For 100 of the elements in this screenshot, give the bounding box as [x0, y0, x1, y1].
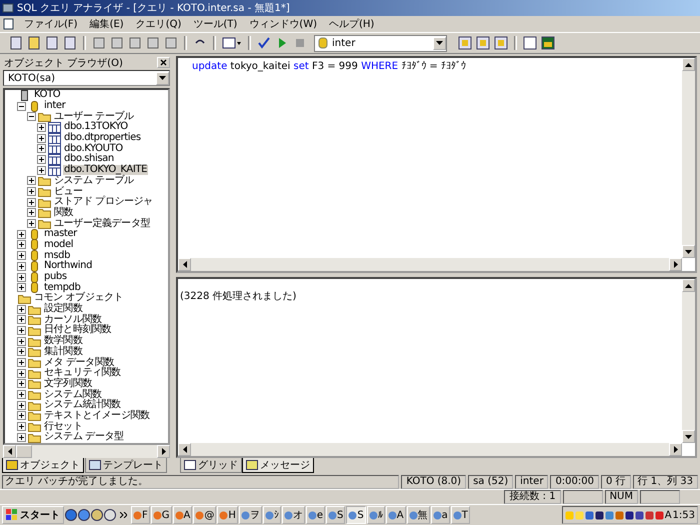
scrollbar-thumb[interactable]: [16, 445, 32, 458]
tree-item[interactable]: 関数: [53, 208, 74, 218]
taskbar-button[interactable]: F: [131, 506, 150, 524]
collapse-icon[interactable]: [17, 102, 26, 111]
tab[interactable]: オブジェクト: [2, 458, 84, 473]
tree-item[interactable]: dbo.KYOUTO: [63, 144, 124, 154]
expand-icon[interactable]: [17, 390, 26, 400]
tree-item[interactable]: tempdb: [43, 282, 82, 293]
taskbar-button[interactable]: S: [326, 506, 346, 524]
horizontal-scrollbar[interactable]: [3, 445, 170, 458]
tree-item[interactable]: 数学関数: [43, 336, 84, 346]
left-arrow-icon[interactable]: [182, 261, 186, 268]
taskbar-button[interactable]: S: [346, 506, 366, 524]
tree-item[interactable]: 集計関数: [43, 346, 84, 357]
vertical-scrollbar[interactable]: [682, 58, 695, 258]
taskbar-button[interactable]: G: [150, 506, 172, 524]
menu-item[interactable]: クエリ(Q): [132, 17, 186, 31]
expand-icon[interactable]: [17, 283, 26, 292]
taskbar-button[interactable]: T: [450, 506, 470, 524]
tree-item[interactable]: システム統計関数: [43, 400, 122, 410]
tab[interactable]: メッセージ: [242, 458, 314, 473]
collapse-icon[interactable]: [27, 112, 36, 122]
down-arrow-icon[interactable]: [685, 250, 692, 254]
left-arrow-icon[interactable]: [182, 446, 186, 453]
taskbar-button[interactable]: ﾙ: [366, 506, 385, 524]
tab[interactable]: グリッド: [180, 458, 242, 473]
expand-icon[interactable]: [17, 326, 26, 335]
tree-item[interactable]: テキストとイメージ関数: [43, 410, 151, 421]
tree-item[interactable]: ユーザー テーブル: [53, 112, 135, 122]
right-arrow-icon[interactable]: [162, 448, 166, 455]
expand-icon[interactable]: [17, 422, 26, 432]
query-editor[interactable]: update tokyo_kaitei set F3 = 999 WHERE ﾁﾖﾀﾞｳ = ﾁﾖﾀﾞｳ: [176, 56, 697, 274]
input-mode-indicator[interactable]: A: [664, 510, 672, 520]
horizontal-scrollbar[interactable]: [178, 443, 682, 456]
expand-icon[interactable]: [17, 400, 26, 410]
start-button[interactable]: スタート: [2, 506, 64, 524]
taskbar-button[interactable]: A: [172, 506, 192, 524]
tree-item[interactable]: dbo.TOKYO_KAITE: [63, 165, 148, 176]
up-arrow-icon[interactable]: [685, 62, 692, 66]
menu-item[interactable]: 編集(E): [86, 17, 128, 31]
left-arrow-icon[interactable]: [8, 448, 12, 455]
grid-icon[interactable]: [221, 35, 243, 51]
expand-icon[interactable]: [27, 219, 36, 228]
expand-icon[interactable]: [17, 336, 26, 346]
taskbar-button[interactable]: ヲ: [238, 506, 262, 524]
tree-item[interactable]: システム データ型: [43, 432, 125, 442]
taskbar-button[interactable]: a: [430, 506, 450, 524]
close-button[interactable]: [157, 57, 170, 68]
expand-icon[interactable]: [27, 187, 36, 196]
expand-icon[interactable]: [17, 262, 26, 271]
tree-item[interactable]: model: [43, 240, 74, 250]
expand-icon[interactable]: [27, 208, 36, 218]
menu-item[interactable]: ウィンドウ(W): [245, 17, 321, 31]
expand-icon[interactable]: [17, 368, 26, 378]
tree-item[interactable]: KOTO: [33, 90, 62, 100]
tree-item[interactable]: master: [43, 229, 78, 240]
tree-item[interactable]: セキュリティ関数: [43, 368, 122, 378]
tree-item[interactable]: 行セット: [43, 422, 84, 432]
expand-icon[interactable]: [17, 432, 26, 442]
taskbar-button[interactable]: A: [386, 506, 406, 524]
tree-item[interactable]: 日付と時刻関数: [43, 325, 112, 336]
expand-icon[interactable]: [17, 379, 26, 388]
expand-icon[interactable]: [17, 251, 26, 260]
expand-icon[interactable]: [17, 347, 26, 356]
expand-icon[interactable]: [17, 358, 26, 368]
expand-icon[interactable]: [27, 198, 36, 207]
taskbar-button[interactable]: H: [217, 506, 238, 524]
tree-item[interactable]: システム テーブル: [53, 176, 135, 186]
expand-icon[interactable]: [17, 240, 26, 250]
up-arrow-icon[interactable]: [685, 284, 692, 288]
menu-item[interactable]: ツール(T): [189, 17, 242, 31]
check-icon[interactable]: [256, 35, 272, 51]
right-arrow-icon[interactable]: [674, 446, 678, 453]
tree-item[interactable]: msdb: [43, 250, 72, 261]
database-dropdown[interactable]: inter: [314, 34, 447, 52]
tree-item[interactable]: dbo.dtproperties: [63, 133, 142, 144]
tree-item[interactable]: pubs: [43, 272, 68, 282]
tree-item[interactable]: ユーザー定義データ型: [53, 218, 152, 229]
right-arrow-icon[interactable]: [674, 261, 678, 268]
taskbar-button[interactable]: オ: [282, 506, 305, 524]
taskbar-button[interactable]: ｼ: [262, 506, 281, 524]
taskbar-button[interactable]: e: [306, 506, 326, 524]
down-arrow-icon[interactable]: [685, 434, 692, 438]
expand-icon[interactable]: [37, 122, 46, 132]
expand-icon[interactable]: [37, 166, 46, 175]
more-icon[interactable]: [120, 512, 127, 518]
server-dropdown[interactable]: KOTO(sa): [3, 70, 170, 86]
tree-item[interactable]: dbo.13TOKYO: [63, 122, 129, 132]
expand-icon[interactable]: [27, 176, 36, 186]
document-icon[interactable]: [2, 18, 16, 30]
menu-item[interactable]: ヘルプ(H): [325, 17, 378, 31]
menu-item[interactable]: ファイル(F): [20, 17, 82, 31]
expand-icon[interactable]: [17, 315, 26, 324]
tree-item[interactable]: 設定関数: [43, 304, 84, 314]
tree-item[interactable]: コモン オブジェクト: [33, 293, 124, 304]
horizontal-scrollbar[interactable]: [178, 258, 682, 272]
tree-item[interactable]: メタ データ関数: [43, 358, 115, 368]
expand-icon[interactable]: [17, 272, 26, 282]
tree-item[interactable]: ビュー: [53, 186, 84, 197]
results-pane-icon[interactable]: [540, 35, 556, 51]
